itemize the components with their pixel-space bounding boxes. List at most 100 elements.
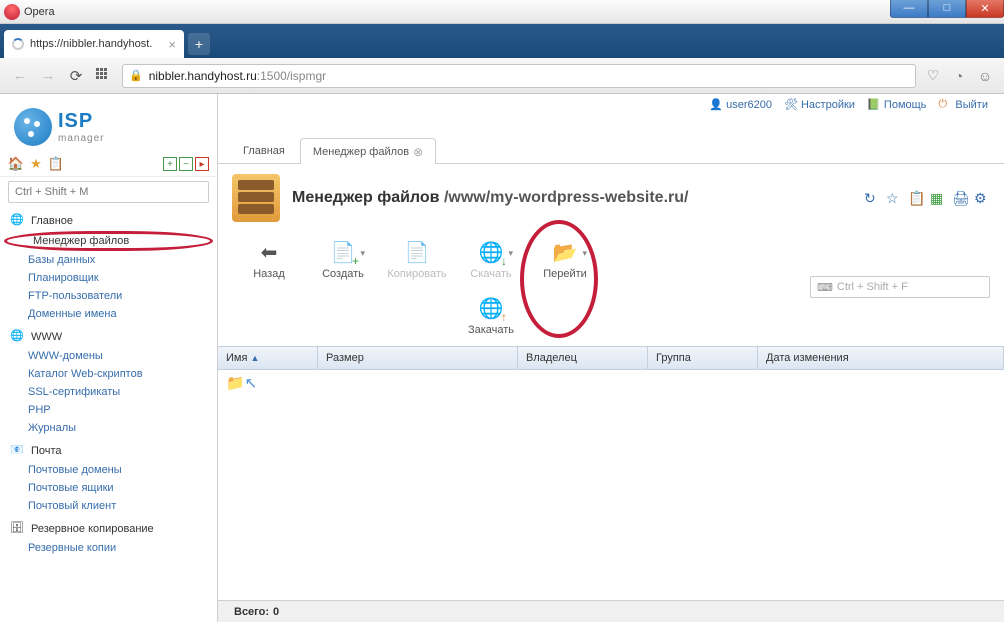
section-label: WWW bbox=[31, 331, 62, 343]
home-icon[interactable]: 🏠 bbox=[8, 156, 24, 172]
globe-icon: 🌐 bbox=[10, 329, 26, 345]
mail-icon: 📧 bbox=[10, 443, 26, 459]
col-label: Размер bbox=[326, 352, 364, 364]
opera-turbo-icon[interactable]: ◔ bbox=[950, 67, 968, 85]
chevron-down-icon[interactable]: ▾ bbox=[508, 248, 513, 259]
sidebar-action-button[interactable]: ▸ bbox=[195, 157, 209, 171]
col-name[interactable]: Имя ▲ bbox=[218, 347, 318, 369]
sidebar-item-domains[interactable]: Доменные имена bbox=[0, 305, 217, 323]
col-size[interactable]: Размер bbox=[318, 347, 518, 369]
url-path: :1500/ispmgr bbox=[257, 69, 326, 83]
speed-dial-button[interactable] bbox=[94, 66, 114, 86]
go-up-icon[interactable]: 📁↖ bbox=[226, 375, 257, 392]
col-label: Группа bbox=[656, 352, 691, 364]
tb-label: Закачать bbox=[468, 324, 514, 336]
sidebar-item-wwwdomains[interactable]: WWW-домены bbox=[0, 347, 217, 365]
url-input[interactable]: 🔒 nibbler.handyhost.ru:1500/ispmgr bbox=[122, 64, 916, 88]
collapse-all-button[interactable]: − bbox=[179, 157, 193, 171]
tb-label: Скачать bbox=[470, 268, 511, 280]
back-button[interactable]: ⬅ Назад bbox=[232, 236, 306, 282]
tab-home[interactable]: Главная bbox=[230, 137, 298, 163]
tb-label: Назад bbox=[253, 268, 285, 280]
page-tabs: Главная Менеджер файлов ⊗ bbox=[218, 134, 1004, 164]
sort-asc-icon: ▲ bbox=[250, 353, 259, 363]
copy-button[interactable]: 📄 Копировать bbox=[380, 236, 454, 282]
tb-label: Перейти bbox=[543, 268, 587, 280]
sidebar-item-mailboxes[interactable]: Почтовые ящики bbox=[0, 479, 217, 497]
minimize-button[interactable]: — bbox=[890, 0, 928, 18]
status-bar: Всего: 0 bbox=[218, 600, 1004, 622]
col-owner[interactable]: Владелец bbox=[518, 347, 648, 369]
col-mtime[interactable]: Дата изменения bbox=[758, 347, 1004, 369]
copy-icon[interactable]: 📋 bbox=[908, 190, 924, 206]
download-button[interactable]: 🌐↓▾ Скачать bbox=[454, 236, 528, 282]
sidebar-item-ssl[interactable]: SSL-сертификаты bbox=[0, 383, 217, 401]
page-title: Менеджер файлов bbox=[292, 189, 440, 206]
search-placeholder: Ctrl + Shift + F bbox=[837, 281, 908, 293]
logo: ISP manager bbox=[0, 98, 217, 152]
tab-close-icon[interactable]: ⊗ bbox=[413, 145, 423, 159]
account-icon[interactable]: ☺ bbox=[976, 67, 994, 85]
sidebar-section-backup[interactable]: 🗄 Резервное копирование bbox=[0, 515, 217, 539]
address-bar: ← → ⟳ 🔒 nibbler.handyhost.ru:1500/ispmgr… bbox=[0, 58, 1004, 94]
toolbar-search[interactable]: ⌨ Ctrl + Shift + F bbox=[810, 276, 990, 298]
sidebar: ISP manager 🏠 ★ 📋 + − ▸ 🌐 Главное bbox=[0, 94, 218, 622]
upload-button[interactable]: 🌐↑ Закачать bbox=[454, 292, 528, 338]
reload-button[interactable]: ⟳ bbox=[66, 66, 86, 86]
star-icon[interactable]: ☆ bbox=[886, 190, 902, 206]
main-area: Главная Менеджер файлов ⊗ Менеджер файло… bbox=[218, 94, 1004, 622]
sidebar-toolbar: 🏠 ★ 📋 + − ▸ bbox=[0, 152, 217, 177]
section-label: Почта bbox=[31, 445, 62, 457]
col-group[interactable]: Группа bbox=[648, 347, 758, 369]
sidebar-search-input[interactable] bbox=[8, 181, 209, 203]
backup-icon: 🗄 bbox=[10, 521, 26, 537]
chevron-down-icon[interactable]: ▾ bbox=[582, 248, 587, 259]
goto-button[interactable]: 📂▾ Перейти bbox=[528, 236, 602, 282]
keyboard-icon: ⌨ bbox=[817, 281, 833, 294]
opera-icon bbox=[4, 4, 20, 20]
create-button[interactable]: 📄+▾ Создать bbox=[306, 236, 380, 282]
excel-icon[interactable]: ▦ bbox=[930, 190, 946, 206]
close-button[interactable]: ✕ bbox=[966, 0, 1004, 18]
sidebar-section-mail[interactable]: 📧 Почта bbox=[0, 437, 217, 461]
tab-label: Менеджер файлов bbox=[313, 146, 409, 158]
sidebar-item-mailclient[interactable]: Почтовый клиент bbox=[0, 497, 217, 515]
globe-icon: 🌐 bbox=[10, 213, 26, 229]
refresh-icon[interactable]: ↻ bbox=[864, 190, 880, 206]
nav-back-button[interactable]: ← bbox=[10, 66, 30, 86]
sidebar-item-databases[interactable]: Базы данных bbox=[0, 251, 217, 269]
sidebar-item-php[interactable]: PHP bbox=[0, 401, 217, 419]
sidebar-item-webscripts[interactable]: Каталог Web-скриптов bbox=[0, 365, 217, 383]
settings-icon[interactable]: ⚙ bbox=[974, 190, 990, 206]
loading-spinner-icon bbox=[12, 38, 24, 50]
sidebar-section-main[interactable]: 🌐 Главное bbox=[0, 207, 217, 231]
browser-tab[interactable]: https://nibbler.handyhost. × bbox=[4, 30, 184, 58]
chevron-down-icon[interactable]: ▾ bbox=[360, 248, 365, 259]
sidebar-section-www[interactable]: 🌐 WWW bbox=[0, 323, 217, 347]
bookmark-heart-icon[interactable]: ♡ bbox=[924, 67, 942, 85]
tab-close-icon[interactable]: × bbox=[168, 37, 176, 52]
tb-label: Копировать bbox=[387, 268, 446, 280]
grid-header: Имя ▲ Размер Владелец Группа Дата измене… bbox=[218, 346, 1004, 370]
page-path: /www/my-wordpress-website.ru/ bbox=[444, 189, 689, 206]
sidebar-item-maildomains[interactable]: Почтовые домены bbox=[0, 461, 217, 479]
sidebar-search[interactable] bbox=[8, 181, 209, 203]
sidebar-item-filemanager[interactable]: Менеджер файлов bbox=[4, 231, 213, 251]
tab-filemanager[interactable]: Менеджер файлов ⊗ bbox=[300, 138, 436, 164]
logo-icon bbox=[14, 108, 52, 146]
print-icon[interactable]: 🖨 bbox=[952, 190, 968, 206]
sidebar-item-logs[interactable]: Журналы bbox=[0, 419, 217, 437]
expand-all-button[interactable]: + bbox=[163, 157, 177, 171]
favorite-icon[interactable]: ★ bbox=[28, 156, 44, 172]
new-file-icon: 📄+▾ bbox=[329, 238, 357, 266]
maximize-button[interactable]: □ bbox=[928, 0, 966, 18]
sidebar-item-backups[interactable]: Резервные копии bbox=[0, 539, 217, 557]
sidebar-item-ftp[interactable]: FTP-пользователи bbox=[0, 287, 217, 305]
col-label: Дата изменения bbox=[766, 352, 849, 364]
section-label: Главное bbox=[31, 215, 73, 227]
nav-forward-button[interactable]: → bbox=[38, 66, 58, 86]
sidebar-item-scheduler[interactable]: Планировщик bbox=[0, 269, 217, 287]
copy-file-icon: 📄 bbox=[403, 238, 431, 266]
clipboard-icon[interactable]: 📋 bbox=[48, 156, 64, 172]
new-tab-button[interactable]: + bbox=[188, 33, 210, 55]
